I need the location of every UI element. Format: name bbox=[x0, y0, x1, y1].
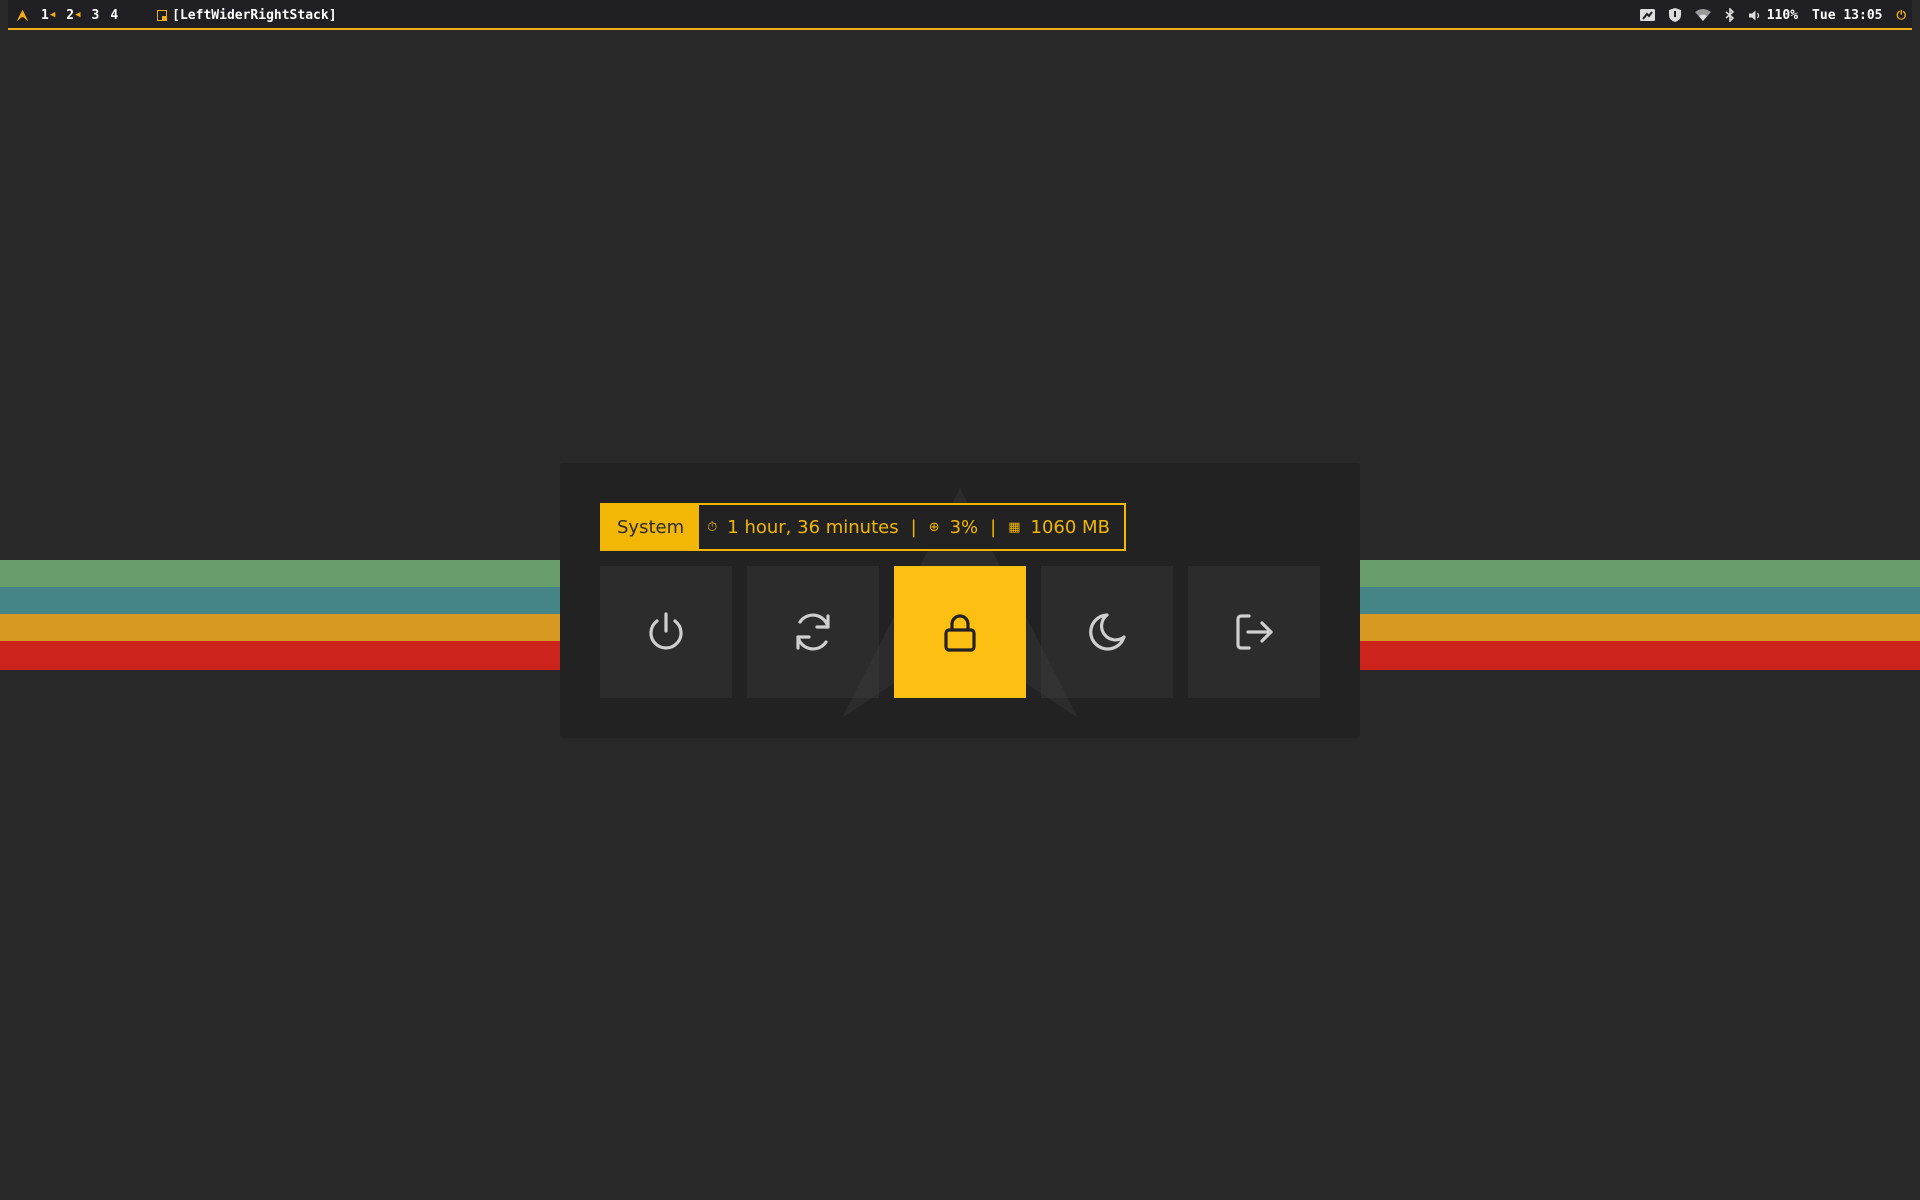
screenshot-icon[interactable] bbox=[1639, 9, 1655, 21]
shutdown-button[interactable] bbox=[600, 566, 732, 698]
power-menu: System ⏱ 1 hour, 36 minutes | ⊕ 3% | ▦ 1… bbox=[560, 463, 1360, 738]
logout-button[interactable] bbox=[1188, 566, 1320, 698]
workspace-4[interactable]: 4 bbox=[110, 8, 118, 23]
volume-control[interactable]: 110% bbox=[1748, 7, 1799, 23]
workspace-occupied-icon: ◀ bbox=[49, 10, 56, 20]
cpu-value: 3% bbox=[949, 516, 979, 538]
top-bar: 1 ◀ 2 ◀ 3 4 [LeftWiderRightStack] 110% T… bbox=[8, 0, 1912, 30]
workspace-2[interactable]: 2 ◀ bbox=[66, 8, 80, 23]
workspace-label: 1 bbox=[41, 7, 49, 23]
system-label: System bbox=[602, 505, 700, 549]
volume-level: 110% bbox=[1766, 7, 1799, 23]
vpn-shield-icon[interactable] bbox=[1668, 8, 1681, 22]
workspace-label: 3 bbox=[91, 7, 100, 23]
power-icon[interactable]: ⏻ bbox=[1897, 8, 1907, 23]
reboot-button[interactable] bbox=[747, 566, 879, 698]
workspace-label: 4 bbox=[110, 7, 119, 23]
lock-icon bbox=[944, 614, 976, 652]
system-info-bar: System ⏱ 1 hour, 36 minutes | ⊕ 3% | ▦ 1… bbox=[600, 503, 1126, 551]
uptime-value: 1 hour, 36 minutes bbox=[727, 516, 899, 538]
logout-icon bbox=[1236, 614, 1273, 650]
clock[interactable]: Tue 13:05 bbox=[1812, 8, 1882, 23]
bluetooth-icon[interactable] bbox=[1725, 8, 1735, 22]
top-bar-left: 1 ◀ 2 ◀ 3 4 [LeftWiderRightStack] bbox=[16, 0, 337, 30]
workspace-3[interactable]: 3 bbox=[92, 8, 100, 23]
workspace-label: 2 bbox=[66, 7, 75, 23]
arch-logo-icon[interactable] bbox=[16, 9, 29, 22]
memory-icon: ▦ bbox=[1008, 519, 1021, 535]
memory-value: 1060 MB bbox=[1030, 516, 1110, 538]
volume-icon bbox=[1748, 10, 1759, 20]
layout-name[interactable]: [LeftWiderRightStack] bbox=[172, 8, 336, 23]
workspace-occupied-icon: ◀ bbox=[75, 10, 81, 20]
lock-button[interactable] bbox=[894, 566, 1026, 698]
layout-icon bbox=[157, 9, 168, 21]
refresh-icon bbox=[796, 613, 830, 651]
separator: | bbox=[990, 516, 997, 538]
power-buttons bbox=[600, 566, 1335, 698]
cpu-icon: ⊕ bbox=[928, 519, 940, 535]
top-bar-right: 110% Tue 13:05 ⏻ bbox=[1626, 0, 1906, 30]
workspace-1[interactable]: 1 ◀ bbox=[41, 8, 55, 23]
wifi-icon[interactable] bbox=[1694, 9, 1711, 21]
system-stats: ⏱ 1 hour, 36 minutes | ⊕ 3% | ▦ 1060 MB bbox=[699, 505, 1124, 549]
stopwatch-icon: ⏱ bbox=[707, 519, 718, 535]
suspend-button[interactable] bbox=[1041, 566, 1173, 698]
separator: | bbox=[910, 516, 917, 538]
moon-icon bbox=[1089, 613, 1126, 651]
power-icon bbox=[649, 612, 683, 650]
